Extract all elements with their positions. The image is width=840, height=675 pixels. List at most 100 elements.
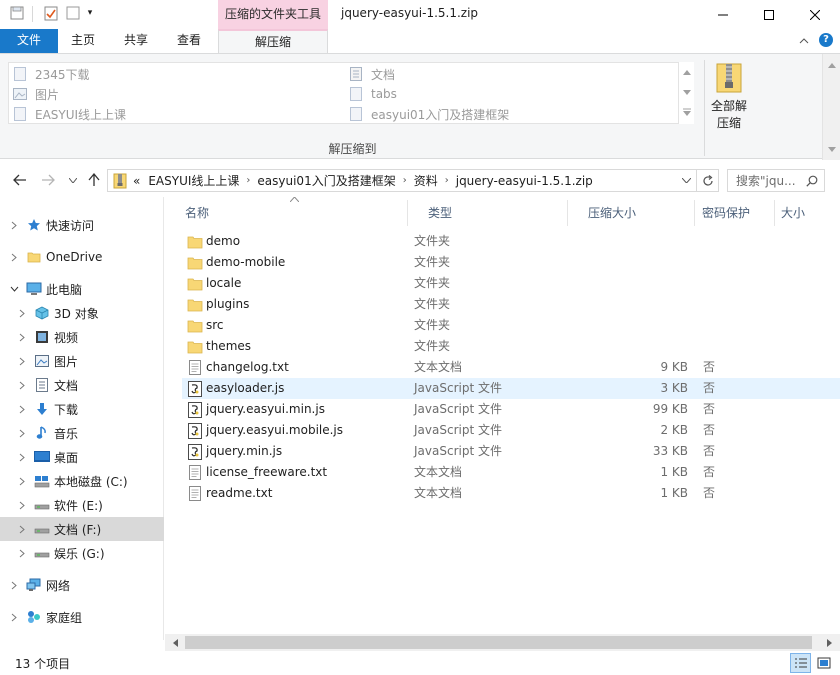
nav-item-drive-f[interactable]: 文档 (F:) — [0, 517, 164, 541]
search-box[interactable] — [727, 169, 825, 192]
scroll-up-icon[interactable] — [827, 60, 837, 70]
destination-item[interactable]: 2345下载 — [13, 65, 90, 83]
nav-item-music[interactable]: 音乐 — [0, 421, 164, 445]
tab-extract[interactable]: 解压缩 — [218, 29, 328, 54]
chevron-right-icon[interactable] — [16, 523, 28, 535]
nav-item-onedrive[interactable]: OneDrive — [0, 245, 164, 269]
chevron-right-icon[interactable] — [16, 379, 28, 391]
chevron-down-icon[interactable] — [8, 283, 20, 295]
close-button[interactable] — [792, 0, 838, 29]
scroll-down-icon[interactable] — [827, 144, 837, 154]
table-row[interactable]: jquery.min.js JavaScript 文件 33 KB 否 — [182, 441, 840, 462]
chevron-right-icon[interactable]: › — [400, 175, 410, 186]
nav-item-homegroup[interactable]: 家庭组 — [0, 605, 164, 629]
details-view-icon[interactable] — [790, 653, 811, 673]
chevron-right-icon[interactable] — [16, 427, 28, 439]
destination-item[interactable]: 图片 — [13, 85, 59, 103]
chevron-right-icon[interactable] — [16, 547, 28, 559]
destination-item[interactable]: 文档 — [349, 65, 395, 83]
save-icon[interactable] — [8, 4, 26, 22]
gallery-up-icon[interactable] — [679, 62, 694, 82]
up-arrow-icon[interactable] — [84, 170, 104, 190]
table-row[interactable]: demo-mobile 文件夹 — [182, 252, 840, 273]
breadcrumb-item[interactable]: easyui01入门及搭建框架 — [253, 172, 399, 189]
table-row[interactable]: changelog.txt 文本文档 9 KB 否 — [182, 357, 840, 378]
destination-item[interactable]: easyui01入门及搭建框架 — [349, 105, 509, 123]
chevron-right-icon[interactable] — [8, 251, 20, 263]
search-icon[interactable] — [805, 174, 819, 188]
chevron-right-icon[interactable]: › — [243, 175, 253, 186]
nav-item-documents[interactable]: 文档 — [0, 373, 164, 397]
table-row[interactable]: license_freeware.txt 文本文档 1 KB 否 — [182, 462, 840, 483]
tab-share[interactable]: 共享 — [113, 29, 159, 53]
table-row[interactable]: src 文件夹 — [182, 315, 840, 336]
minimize-button[interactable] — [700, 0, 746, 29]
chevron-right-icon[interactable]: › — [442, 175, 452, 186]
chevron-right-icon[interactable] — [16, 355, 28, 367]
nav-item-3d-objects[interactable]: 3D 对象 — [0, 301, 164, 325]
chevron-right-icon[interactable] — [8, 579, 20, 591]
nav-item-quick-access[interactable]: 快速访问 — [0, 213, 164, 237]
back-arrow-icon[interactable] — [10, 170, 30, 190]
gallery-more-icon[interactable] — [679, 102, 694, 122]
nav-item-pictures[interactable]: 图片 — [0, 349, 164, 373]
tab-view[interactable]: 查看 — [166, 29, 212, 53]
table-row[interactable]: plugins 文件夹 — [182, 294, 840, 315]
tab-file[interactable]: 文件 — [0, 29, 58, 53]
chevron-right-icon[interactable] — [16, 499, 28, 511]
properties-icon[interactable] — [42, 4, 60, 22]
help-button[interactable]: ? — [819, 33, 833, 47]
chevron-right-icon[interactable] — [8, 611, 20, 623]
horizontal-scrollbar[interactable] — [165, 634, 840, 651]
extract-all-button[interactable]: 全部解 压缩 — [706, 60, 752, 140]
breadcrumb-item[interactable]: 资料 — [410, 172, 442, 189]
nav-item-network[interactable]: 网络 — [0, 573, 164, 597]
breadcrumb-item[interactable]: EASYUI线上上课 — [144, 172, 243, 189]
breadcrumb-overflow[interactable]: « — [129, 174, 144, 188]
chevron-right-icon[interactable] — [16, 307, 28, 319]
forward-arrow-icon[interactable] — [38, 170, 58, 190]
destination-item[interactable]: EASYUI线上上课 — [13, 105, 126, 123]
ribbon-scrollbar[interactable] — [822, 54, 840, 160]
table-row[interactable]: jquery.easyui.min.js JavaScript 文件 99 KB… — [182, 399, 840, 420]
maximize-button[interactable] — [746, 0, 792, 29]
recent-locations-icon[interactable] — [63, 170, 83, 190]
column-header-compressed-size[interactable]: 压缩大小 — [568, 200, 695, 226]
refresh-icon[interactable] — [697, 169, 719, 192]
breadcrumb-item[interactable]: jquery-easyui-1.5.1.zip — [452, 174, 597, 188]
table-row[interactable]: jquery.easyui.mobile.js JavaScript 文件 2 … — [182, 420, 840, 441]
chevron-up-icon[interactable] — [797, 34, 811, 48]
table-row[interactable]: locale 文件夹 — [182, 273, 840, 294]
quick-access-dropdown[interactable]: ▾ — [84, 4, 96, 22]
scroll-left-icon[interactable] — [167, 634, 184, 651]
nav-item-downloads[interactable]: 下载 — [0, 397, 164, 421]
column-header-name[interactable]: 名称 — [165, 200, 408, 226]
nav-item-drive-g[interactable]: 娱乐 (G:) — [0, 541, 164, 565]
address-dropdown-icon[interactable] — [676, 170, 696, 191]
table-row[interactable]: readme.txt 文本文档 1 KB 否 — [182, 483, 840, 504]
gallery-down-icon[interactable] — [679, 82, 694, 102]
address-bar[interactable]: « EASYUI线上上课 › easyui01入门及搭建框架 › 资料 › jq… — [107, 169, 697, 192]
search-input[interactable] — [736, 173, 800, 188]
table-row[interactable]: themes 文件夹 — [182, 336, 840, 357]
destination-item[interactable]: tabs — [349, 85, 397, 103]
chevron-right-icon[interactable] — [16, 451, 28, 463]
nav-item-desktop[interactable]: 桌面 — [0, 445, 164, 469]
column-header-password[interactable]: 密码保护 — [695, 200, 775, 226]
new-folder-icon[interactable] — [64, 4, 82, 22]
large-icons-view-icon[interactable] — [813, 653, 834, 673]
table-row[interactable]: easyloader.js JavaScript 文件 3 KB 否 — [182, 378, 840, 399]
scrollbar-thumb[interactable] — [185, 636, 812, 649]
chevron-right-icon[interactable] — [16, 331, 28, 343]
column-header-size[interactable]: 大小 — [775, 200, 840, 226]
gallery-scrollbar[interactable] — [678, 62, 694, 124]
nav-item-drive-e[interactable]: 软件 (E:) — [0, 493, 164, 517]
table-row[interactable]: demo 文件夹 — [182, 231, 840, 252]
chevron-right-icon[interactable] — [16, 403, 28, 415]
tab-home[interactable]: 主页 — [61, 29, 105, 53]
chevron-right-icon[interactable] — [16, 475, 28, 487]
nav-item-drive-c[interactable]: 本地磁盘 (C:) — [0, 469, 164, 493]
nav-item-videos[interactable]: 视频 — [0, 325, 164, 349]
scroll-right-icon[interactable] — [821, 634, 838, 651]
chevron-right-icon[interactable] — [8, 219, 20, 231]
